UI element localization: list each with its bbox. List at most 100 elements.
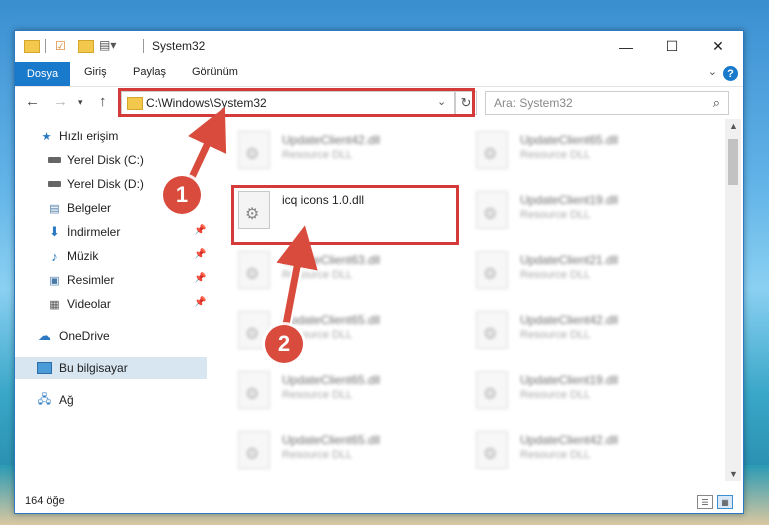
sidebar-item-label: Müzik [67, 249, 99, 263]
sidebar-item-label: Hızlı erişim [59, 129, 119, 143]
list-item[interactable]: UpdateClient63.dll Resource DLL [232, 245, 458, 297]
status-bar: 164 öğe ☰ ▦ [15, 491, 743, 513]
maximize-button[interactable]: ☐ [649, 31, 695, 62]
file-name: UpdateClient19.dll [520, 193, 619, 207]
videos-icon: ▦ [49, 298, 60, 311]
file-name: UpdateClient19.dll [520, 373, 619, 387]
quick-access-customize-icon[interactable]: ▤▾ [99, 38, 116, 52]
large-icons-view-icon[interactable]: ▦ [717, 495, 733, 509]
sidebar-item-label: OneDrive [59, 329, 110, 343]
list-item[interactable]: UpdateClient21.dll Resource DLL [470, 245, 696, 297]
tab-home[interactable]: Giriş [84, 66, 107, 78]
file-type: Resource DLL [282, 389, 353, 401]
sidebar-item-label: Bu bilgisayar [59, 361, 128, 375]
vertical-scrollbar[interactable]: ▲ ▼ [725, 119, 741, 481]
drive-icon [47, 177, 62, 191]
list-item[interactable]: UpdateClient42.dll Resource DLL [470, 305, 696, 357]
sidebar-item-downloads[interactable]: ⬇ İndirmeler 📌 [15, 221, 207, 243]
highlight-address-bar [118, 88, 475, 117]
minimize-button[interactable]: — [603, 31, 649, 62]
file-type: Resource DLL [282, 149, 353, 161]
pin-icon[interactable]: 📌 [194, 225, 206, 236]
sidebar-item-this-pc[interactable]: Bu bilgisayar [15, 357, 207, 379]
file-name: UpdateClient42.dll [520, 313, 619, 327]
sidebar-item-videos[interactable]: ▦ Videolar 📌 [15, 293, 207, 315]
file-type: Resource DLL [520, 329, 591, 341]
divider [45, 39, 46, 53]
dll-file-icon [476, 371, 508, 409]
sidebar-item-pictures[interactable]: ▣ Resimler 📌 [15, 269, 207, 291]
scroll-thumb[interactable] [728, 139, 738, 185]
file-type: Resource DLL [520, 269, 591, 281]
file-list: UpdateClient42.dll Resource DLL UpdateCl… [208, 119, 725, 481]
list-item[interactable]: UpdateClient65.dll Resource DLL [470, 125, 696, 177]
sidebar-item-network[interactable]: 🖧 Ağ [15, 389, 207, 411]
back-arrow-icon[interactable]: ← [25, 93, 40, 110]
help-icon[interactable]: ? [723, 66, 738, 81]
details-view-icon[interactable]: ☰ [697, 495, 713, 509]
new-folder-icon[interactable] [78, 40, 94, 53]
file-type: Resource DLL [520, 149, 591, 161]
file-name: UpdateClient63.dll [282, 253, 381, 267]
tab-file[interactable]: Dosya [15, 62, 70, 86]
search-box[interactable]: Ara: System32 ⌕ [485, 91, 729, 115]
sidebar-item-onedrive[interactable]: ☁ OneDrive [15, 325, 207, 347]
list-item[interactable]: UpdateClient42.dll Resource DLL [470, 425, 696, 477]
star-icon: ★ [41, 130, 52, 143]
search-icon[interactable]: ⌕ [713, 95, 720, 111]
up-arrow-icon[interactable]: ↑ [99, 93, 107, 110]
dll-file-icon [238, 431, 270, 469]
list-item[interactable]: UpdateClient42.dll Resource DLL [232, 125, 458, 177]
dll-file-icon [476, 311, 508, 349]
forward-arrow-icon[interactable]: → [53, 93, 68, 110]
sidebar-item-label: Resimler [67, 273, 115, 287]
pin-icon[interactable]: 📌 [194, 297, 206, 308]
highlight-file [231, 185, 459, 245]
file-name: UpdateClient65.dll [282, 433, 381, 447]
dll-file-icon [238, 131, 270, 169]
tab-share[interactable]: Paylaş [133, 66, 166, 78]
sidebar-item-label: Ağ [59, 393, 74, 407]
close-button[interactable]: ✕ [695, 31, 741, 62]
pin-icon[interactable]: 📌 [194, 249, 206, 260]
sidebar-item-label: Yerel Disk (C:) [67, 153, 144, 167]
dll-file-icon [476, 431, 508, 469]
file-type: Resource DLL [282, 449, 353, 461]
file-name: UpdateClient65.dll [282, 313, 381, 327]
properties-icon[interactable]: ☑ [55, 39, 66, 53]
computer-icon [37, 361, 52, 375]
pictures-icon: ▣ [49, 274, 60, 287]
tab-view[interactable]: Görünüm [192, 66, 238, 78]
file-name: UpdateClient65.dll [520, 133, 619, 147]
list-item[interactable]: UpdateClient19.dll Resource DLL [470, 185, 696, 237]
list-item[interactable]: UpdateClient65.dll Resource DLL [232, 425, 458, 477]
dll-file-icon [476, 131, 508, 169]
sidebar-item-label: Videolar [67, 297, 111, 311]
sidebar-item-music[interactable]: ♪ Müzik 📌 [15, 245, 207, 267]
recent-locations-chevron-icon[interactable]: ▾ [78, 97, 83, 108]
file-name: UpdateClient42.dll [282, 133, 381, 147]
ribbon-tabs: Dosya Giriş Paylaş Görünüm ⌄ ? [15, 62, 743, 86]
drive-icon [47, 153, 62, 167]
list-item[interactable]: UpdateClient65.dll Resource DLL [232, 365, 458, 417]
download-icon: ⬇ [49, 224, 60, 239]
search-input[interactable]: Ara: System32 [494, 96, 573, 110]
pin-icon[interactable]: 📌 [194, 273, 206, 284]
network-icon: 🖧 [37, 391, 52, 406]
cloud-icon: ☁ [38, 328, 51, 343]
dll-file-icon [238, 371, 270, 409]
sidebar-item-quick-access[interactable]: ★ Hızlı erişim [15, 125, 207, 147]
sidebar-item-local-disk-c[interactable]: Yerel Disk (C:) [15, 149, 207, 171]
list-item[interactable]: UpdateClient19.dll Resource DLL [470, 365, 696, 417]
file-type: Resource DLL [520, 209, 591, 221]
sidebar-item-label: Yerel Disk (D:) [67, 177, 144, 191]
file-type: Resource DLL [282, 269, 353, 281]
chevron-down-icon[interactable]: ⌄ [708, 65, 717, 78]
title-bar: ☑ ▤▾ System32 — ☐ ✕ [15, 31, 743, 62]
documents-icon: ▤ [49, 202, 60, 215]
scroll-down-icon[interactable]: ▼ [729, 469, 738, 479]
window-title: System32 [152, 39, 206, 53]
sidebar-item-label: İndirmeler [67, 225, 121, 239]
scroll-up-icon[interactable]: ▲ [729, 121, 738, 131]
divider [143, 39, 144, 53]
